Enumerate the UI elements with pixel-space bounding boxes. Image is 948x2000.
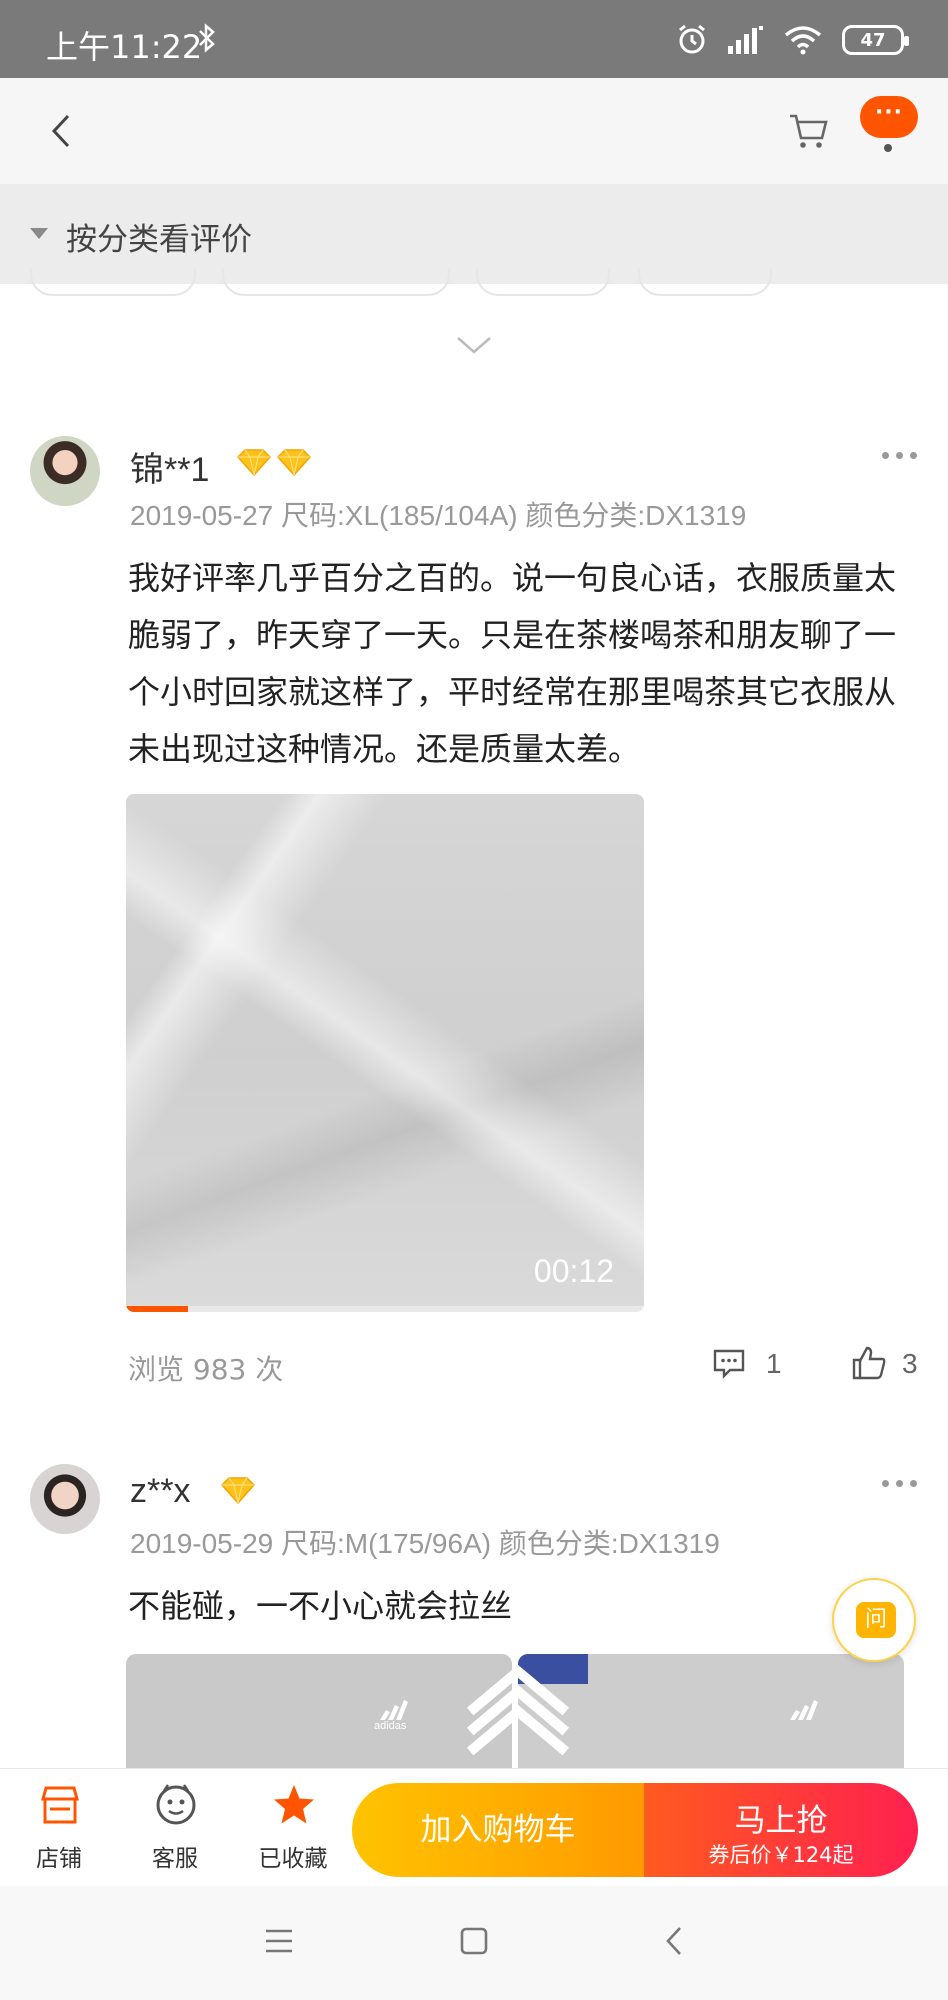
shirt-stripes — [518, 1662, 570, 1769]
nav-bar: ··· — [0, 78, 948, 184]
store-button[interactable]: 店铺 — [14, 1783, 104, 1873]
review-text: 我好评率几乎百分之百的。说一句良心话，衣服质量太脆弱了，昨天穿了一天。只是在茶楼… — [128, 559, 897, 768]
star-filled-icon — [274, 1785, 314, 1824]
reviewer-name[interactable]: 锦**1 — [130, 442, 209, 491]
chevron-left-icon — [51, 114, 70, 148]
shirt-stripes — [462, 1662, 512, 1769]
tag-pill[interactable] — [222, 268, 450, 296]
bluetooth-icon — [196, 22, 218, 62]
buy-now-button[interactable]: 马上抢 券后价￥124起 — [644, 1783, 918, 1877]
alarm-icon — [679, 24, 705, 54]
review-stats: 浏览 983 次 1 3 — [128, 1346, 918, 1386]
diamond-level-icon — [220, 1477, 256, 1504]
customer-service-icon — [156, 1784, 196, 1825]
like-count: 3 — [902, 1348, 918, 1379]
comment-icon[interactable] — [712, 1346, 746, 1380]
review-text: 不能碰，一不小心就会拉丝 — [128, 1587, 513, 1625]
tag-pill[interactable] — [30, 268, 196, 296]
brand-logo-icon — [790, 1700, 818, 1720]
video-progress-bar — [126, 1306, 189, 1312]
ask-badge: 问 — [856, 1602, 896, 1638]
wifi-icon — [784, 26, 822, 55]
battery-indicator: 47 — [842, 25, 909, 55]
status-bar: 上午11:22 47 — [0, 0, 948, 78]
back-button[interactable] — [36, 104, 90, 158]
menu-icon[interactable] — [254, 1916, 304, 1966]
favorite-label: 已收藏 — [258, 1846, 328, 1872]
reviewer-avatar[interactable] — [30, 1464, 100, 1534]
more-button[interactable]: ··· — [860, 96, 918, 138]
ask-question-button[interactable]: 问 — [832, 1578, 916, 1662]
review-meta: 2019-05-29 尺码:M(175/96A) 颜色分类:DX1319 — [130, 1528, 720, 1559]
reviewer-avatar[interactable] — [30, 436, 100, 506]
video-progress-track — [126, 1306, 644, 1312]
review-meta: 2019-05-27 尺码:XL(185/104A) 颜色分类:DX1319 — [130, 500, 747, 531]
add-to-cart-button[interactable]: 加入购物车 — [352, 1783, 644, 1877]
thumbs-up-icon[interactable] — [850, 1344, 888, 1382]
favorite-button[interactable]: 已收藏 — [248, 1783, 338, 1873]
back-triangle-icon[interactable] — [649, 1916, 699, 1966]
buy-now-price: 券后价￥124起 — [708, 1843, 854, 1867]
bottom-action-bar: 店铺 客服 已收藏 加入购物车 马上抢 券后价￥124起 — [0, 1768, 948, 1886]
customer-service-button[interactable]: 客服 — [130, 1783, 220, 1873]
view-count: 浏览 983 次 — [128, 1353, 284, 1386]
video-duration: 00:12 — [533, 1253, 614, 1289]
customer-service-label: 客服 — [152, 1846, 198, 1872]
review-more-button[interactable] — [880, 448, 920, 462]
store-icon — [41, 1786, 79, 1824]
signal-icon — [728, 26, 763, 54]
battery-level: 47 — [860, 29, 886, 51]
buy-now-label: 马上抢 — [734, 1803, 828, 1839]
review-more-button[interactable] — [880, 1476, 920, 1490]
status-time: 上午11:22 — [46, 28, 203, 66]
category-filter-label: 按分类看评价 — [66, 222, 252, 258]
tag-pill[interactable] — [638, 268, 772, 296]
brand-logo-icon — [380, 1700, 408, 1720]
store-label: 店铺 — [36, 1846, 82, 1872]
home-square-icon[interactable] — [449, 1916, 499, 1966]
reviewer-name[interactable]: z**x — [130, 1472, 190, 1511]
notification-dot — [884, 144, 892, 152]
review-video[interactable]: 00:12 — [126, 794, 644, 1312]
triangle-down-icon — [30, 228, 48, 239]
comment-count: 1 — [766, 1348, 782, 1379]
tag-pill[interactable] — [476, 268, 610, 296]
brand-logo-text: adidas — [374, 1720, 407, 1732]
review-image[interactable]: adidas — [126, 1654, 512, 1769]
diamond-level-icon — [276, 449, 312, 476]
expand-tags-chevron-icon[interactable] — [454, 330, 494, 360]
system-navigation-bar — [0, 1886, 948, 2000]
cart-icon[interactable] — [786, 108, 830, 152]
diamond-level-icon — [236, 449, 272, 476]
review-image[interactable] — [518, 1654, 904, 1769]
